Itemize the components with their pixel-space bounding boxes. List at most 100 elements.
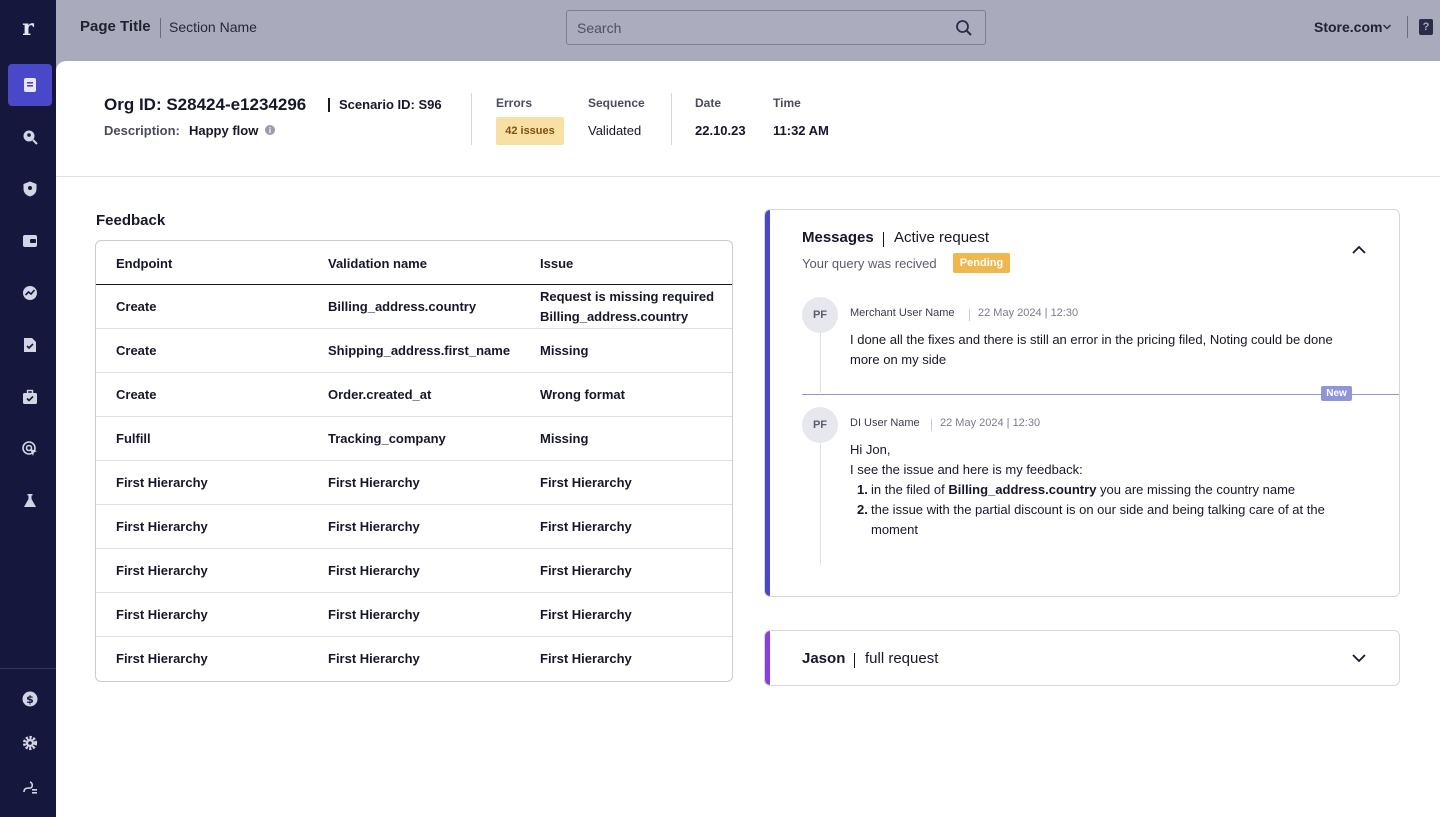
issue-cell: First Hierarchy — [540, 519, 632, 534]
list-text: in the filed of — [871, 482, 949, 497]
column-header-issue[interactable]: Issue — [540, 256, 726, 271]
flask-icon — [24, 494, 36, 507]
sidebar-item-billing[interactable]: $ — [8, 678, 52, 720]
messages-subtitle: Active request — [894, 229, 990, 246]
table-row[interactable]: First Hierarchy First Hierarchy First Hi… — [96, 593, 732, 637]
message-intro: I see the issue and here is my feedback: — [850, 462, 1083, 477]
chevron-down-icon[interactable] — [1351, 650, 1367, 666]
sidebar-item-settings[interactable] — [8, 722, 52, 764]
jason-card[interactable]: Jason full request — [764, 630, 1400, 686]
file-check-icon — [24, 338, 36, 352]
sidebar-item-security[interactable] — [8, 168, 52, 210]
search-input[interactable] — [577, 18, 937, 38]
message-author: DI User Name — [850, 417, 920, 429]
sidebar-item-reports[interactable] — [8, 324, 52, 366]
info-icon[interactable]: i — [265, 125, 275, 135]
endpoint-cell: First Hierarchy — [116, 607, 208, 622]
scenario-id: Scenario ID: S96 — [339, 97, 442, 112]
validation-name-cell: First Hierarchy — [328, 475, 420, 490]
table-row[interactable]: First Hierarchy First Hierarchy First Hi… — [96, 637, 732, 681]
title-divider — [160, 18, 161, 38]
endpoint-cell: Create — [116, 343, 157, 358]
status-badge: Pending — [953, 253, 1010, 273]
top-bar: Page Title Section Name Store.com ? — [56, 0, 1440, 56]
sidebar-item-wallet[interactable] — [8, 220, 52, 262]
issues-badge[interactable]: 42 issues — [496, 117, 564, 145]
thread-line — [820, 333, 821, 393]
chevron-up-icon[interactable] — [1351, 242, 1367, 258]
messages-title: Messages — [802, 229, 874, 246]
issue-cell: Request is missing required Billing_addr… — [540, 289, 715, 324]
document-icon — [24, 78, 36, 92]
jason-subtitle: full request — [865, 650, 939, 667]
svg-text:$: $ — [26, 693, 34, 706]
app-logo[interactable]: r — [0, 0, 56, 56]
list-number: 1. — [857, 482, 868, 497]
feedback-title: Feedback — [96, 212, 166, 229]
validation-name-cell: First Hierarchy — [328, 651, 420, 666]
table-row[interactable]: Create Shipping_address.first_name Missi… — [96, 329, 732, 373]
topbar-divider — [1407, 16, 1408, 38]
org-id: Org ID: S28424-e1234296 — [104, 95, 307, 114]
help-icon[interactable]: ? — [1419, 19, 1433, 35]
table-row[interactable]: First Hierarchy First Hierarchy First Hi… — [96, 505, 732, 549]
search-user-icon — [23, 130, 38, 145]
sequence-label: Sequence — [588, 96, 645, 110]
table-row[interactable]: First Hierarchy First Hierarchy First Hi… — [96, 461, 732, 505]
issue-cell: First Hierarchy — [540, 607, 632, 622]
validation-name-cell: Order.created_at — [328, 387, 432, 402]
table-header: Endpoint Validation name Issue — [96, 241, 732, 285]
query-status-text: Your query was recived — [802, 256, 937, 271]
new-badge: New — [1321, 386, 1352, 401]
chart-circle-icon — [23, 286, 37, 300]
header-divider — [671, 93, 672, 145]
sidebar-item-documents[interactable] — [8, 64, 52, 106]
validation-name-cell: Tracking_company — [328, 431, 446, 446]
endpoint-cell: First Hierarchy — [116, 651, 208, 666]
sidebar-item-lab[interactable] — [8, 480, 52, 522]
list-bold-text: Billing_address.country — [948, 482, 1097, 497]
meta-divider — [931, 419, 932, 431]
issue-cell: First Hierarchy — [540, 475, 632, 490]
search-box[interactable] — [566, 10, 986, 45]
time-value: 11:32 AM — [773, 123, 829, 138]
meta-divider — [969, 309, 970, 321]
dollar-icon: $ — [22, 691, 38, 707]
chevron-down-icon[interactable] — [1382, 22, 1392, 32]
validation-name-cell: First Hierarchy — [328, 607, 420, 622]
table-row[interactable]: Fulfill Tracking_company Missing — [96, 417, 732, 461]
column-header-validation-name[interactable]: Validation name — [328, 256, 427, 271]
issue-cell: Missing — [540, 431, 589, 446]
sidebar-item-tasks[interactable] — [8, 376, 52, 418]
sidebar-item-integrations[interactable] — [8, 766, 52, 808]
endpoint-cell: First Hierarchy — [116, 519, 208, 534]
search-icon[interactable] — [955, 19, 973, 37]
column-header-endpoint[interactable]: Endpoint — [116, 256, 172, 271]
message-timestamp: 22 May 2024 | 12:30 — [978, 307, 1079, 319]
briefcase-check-icon — [23, 389, 37, 404]
message-author: Merchant User Name — [850, 307, 955, 319]
new-messages-divider — [802, 394, 1399, 395]
card-accent-bar — [765, 210, 770, 596]
table-row[interactable]: Create Order.created_at Wrong format — [96, 373, 732, 417]
time-label: Time — [773, 96, 801, 110]
list-text: the issue with the partial discount is o… — [871, 502, 1325, 537]
table-row[interactable]: First Hierarchy First Hierarchy First Hi… — [96, 549, 732, 593]
endpoint-cell: Create — [116, 299, 157, 314]
date-value: 22.10.23 — [695, 123, 746, 138]
org-id-divider — [328, 98, 330, 112]
title-divider — [883, 232, 884, 247]
sidebar-item-targeting[interactable] — [8, 428, 52, 470]
message-timestamp: 22 May 2024 | 12:30 — [940, 417, 1041, 429]
sidebar-item-analytics[interactable] — [8, 272, 52, 314]
card-accent-bar — [765, 631, 770, 685]
list-text: you are missing the country name — [1096, 482, 1296, 497]
issue-cell: Missing — [540, 343, 589, 358]
issue-cell: First Hierarchy — [540, 563, 632, 578]
store-selector[interactable]: Store.com — [1314, 19, 1382, 35]
sidebar-item-search-user[interactable] — [8, 116, 52, 158]
table-row[interactable]: Create Billing_address.country Request i… — [96, 285, 732, 329]
sequence-value: Validated — [588, 123, 642, 138]
feedback-table: Endpoint Validation name Issue Create Bi… — [95, 240, 733, 682]
issue-cell: Wrong format — [540, 387, 625, 402]
